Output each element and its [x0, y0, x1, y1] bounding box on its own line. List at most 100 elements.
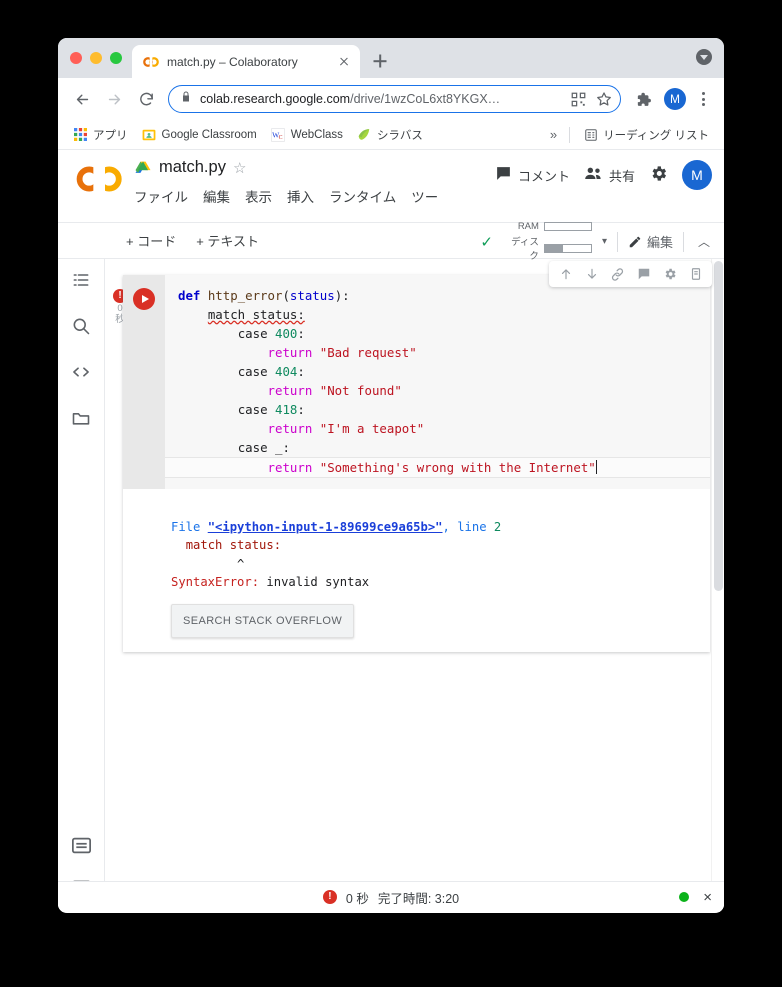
avatar[interactable]: M — [682, 160, 712, 190]
menu-item-tools[interactable]: ツー — [411, 186, 438, 206]
bookmark-label: WebClass — [290, 128, 343, 141]
add-code-cell-button[interactable]: + コード — [116, 231, 186, 250]
bookmarks-overflow-button[interactable]: » — [545, 127, 562, 142]
puzzle-icon[interactable] — [629, 85, 657, 113]
link-to-cell-icon[interactable] — [610, 267, 625, 282]
share-label: 共有 — [608, 168, 635, 184]
menu-item-edit[interactable]: 編集 — [203, 186, 230, 206]
vertical-scrollbar[interactable] — [711, 259, 724, 912]
bookmark-label: Google Classroom — [161, 128, 257, 141]
output-line-label: line — [449, 519, 494, 534]
bookmark-apps[interactable]: アプリ — [67, 124, 134, 146]
qr-code-icon[interactable] — [570, 91, 587, 108]
colab-favicon-icon — [143, 54, 159, 70]
menu-item-view[interactable]: 表示 — [245, 186, 272, 206]
colab-logo[interactable] — [74, 162, 126, 196]
gear-icon[interactable] — [649, 164, 668, 186]
table-of-contents-icon[interactable] — [70, 269, 92, 291]
menu-item-insert[interactable]: 挿入 — [287, 186, 314, 206]
forward-button[interactable] — [100, 85, 128, 113]
output-file-label: File — [171, 519, 201, 534]
close-tab-button[interactable] — [336, 54, 352, 70]
code-editor[interactable]: def http_error(status): match status: ca… — [165, 275, 710, 489]
run-cell-button[interactable] — [133, 288, 155, 310]
minimize-window-button[interactable] — [90, 52, 102, 64]
edit-mode-button[interactable]: 編集 — [628, 232, 673, 251]
close-status-bar-button[interactable]: × — [703, 889, 712, 906]
add-text-cell-button[interactable]: + テキスト — [186, 231, 269, 250]
maximize-window-button[interactable] — [110, 52, 122, 64]
menu-item-file[interactable]: ファイル — [134, 186, 188, 206]
comment-icon — [495, 165, 512, 185]
cell-settings-icon[interactable] — [662, 267, 677, 282]
code-line: return "Something's wrong with the Inter… — [165, 457, 710, 478]
document-title-row: match.py ☆ — [134, 158, 246, 177]
code-line: return "I'm a teapot" — [267, 421, 425, 436]
close-window-button[interactable] — [70, 52, 82, 64]
resource-meters[interactable]: RAM ディスク — [503, 221, 592, 262]
search-icon[interactable] — [70, 315, 92, 337]
code-line: case _: — [237, 440, 290, 455]
colab-body: ! 0秒 def http_error(status): match statu… — [58, 259, 724, 912]
code-line: return "Bad request" — [267, 345, 417, 360]
add-comment-icon[interactable] — [636, 267, 651, 282]
bookmark-google-classroom[interactable]: Google Classroom — [136, 124, 263, 145]
bookmark-webclass[interactable]: W C WebClass — [265, 124, 349, 145]
browser-profile-avatar[interactable]: M — [664, 88, 686, 110]
output-comma: , — [442, 519, 450, 534]
move-cell-up-icon[interactable] — [558, 267, 573, 282]
back-button[interactable] — [68, 85, 96, 113]
command-palette-icon[interactable] — [70, 834, 92, 856]
address-bar[interactable]: colab.research.google.com/drive/1wzCoL6x… — [168, 85, 621, 113]
output-error-message: invalid syntax — [259, 575, 370, 589]
share-button[interactable]: 共有 — [584, 165, 635, 185]
browser-tab-active[interactable]: match.py – Colaboratory — [132, 45, 360, 78]
output-error-name: SyntaxError: — [171, 575, 260, 589]
webclass-icon: W C — [271, 127, 286, 142]
search-stack-overflow-button[interactable]: SEARCH STACK OVERFLOW — [171, 603, 355, 638]
reading-list-button[interactable]: リーディング リスト — [577, 124, 715, 146]
page-title[interactable]: match.py — [159, 158, 226, 177]
code-line: def http_error(status): — [178, 288, 350, 303]
kebab-menu-icon[interactable] — [692, 92, 714, 106]
vertical-scrollbar-thumb[interactable] — [714, 261, 723, 591]
bookmark-syllabus[interactable]: シラバス — [351, 124, 429, 146]
tab-search-icon[interactable] — [696, 49, 712, 65]
chevron-up-icon[interactable]: ︿ — [694, 233, 714, 250]
lock-icon — [180, 90, 192, 108]
address-bar-url: colab.research.google.com/drive/1wzCoL6x… — [200, 92, 501, 106]
code-line: case 400: — [237, 326, 305, 341]
menu-item-runtime[interactable]: ランタイム — [329, 186, 396, 206]
colab-header: match.py ☆ ファイル 編集 表示 挿入 ランタイム ツー コメント 共… — [58, 150, 724, 222]
comment-label: コメント — [517, 168, 570, 184]
colab-menu-bar: ファイル 編集 表示 挿入 ランタイム ツー — [134, 186, 438, 206]
notebook-canvas: ! 0秒 def http_error(status): match statu… — [105, 259, 724, 912]
code-editor-area: def http_error(status): match status: ca… — [123, 275, 710, 489]
new-tab-button[interactable] — [366, 47, 394, 75]
delete-cell-icon[interactable] — [688, 267, 703, 282]
output-file-name[interactable]: "<ipython-input-1-89699ce9a65b>" — [208, 520, 443, 534]
star-icon[interactable]: ☆ — [233, 159, 246, 177]
browser-tab-strip: match.py – Colaboratory — [58, 38, 724, 78]
comment-button[interactable]: コメント — [495, 165, 570, 185]
chevron-down-icon[interactable]: ▾ — [602, 236, 607, 247]
code-line: case 404: — [237, 364, 305, 379]
move-cell-down-icon[interactable] — [584, 267, 599, 282]
files-icon[interactable] — [70, 407, 92, 429]
toolbar-divider-2 — [682, 231, 684, 252]
browser-window: match.py – Colaboratory colab.research.g… — [58, 38, 724, 913]
connected-check-icon: ✓ — [480, 233, 493, 251]
disk-meter — [543, 243, 592, 253]
reload-button[interactable] — [132, 85, 160, 113]
edit-label: 編集 — [646, 235, 673, 250]
status-bar-center: ! 0 秒 完了時間: 3:20 — [322, 888, 459, 907]
code-snippets-icon[interactable] — [70, 361, 92, 383]
text-cursor — [595, 460, 598, 474]
bookmark-star-icon[interactable] — [595, 91, 612, 108]
status-error-icon: ! — [322, 890, 337, 904]
bookmarks-bar: アプリ Google Classroom W C WebClass シラバス »… — [58, 120, 724, 150]
google-drive-icon — [134, 159, 152, 177]
output-caret-marker: ^ — [237, 556, 245, 571]
status-bar: ! 0 秒 完了時間: 3:20 × — [58, 881, 724, 912]
syllabus-icon — [357, 127, 372, 142]
